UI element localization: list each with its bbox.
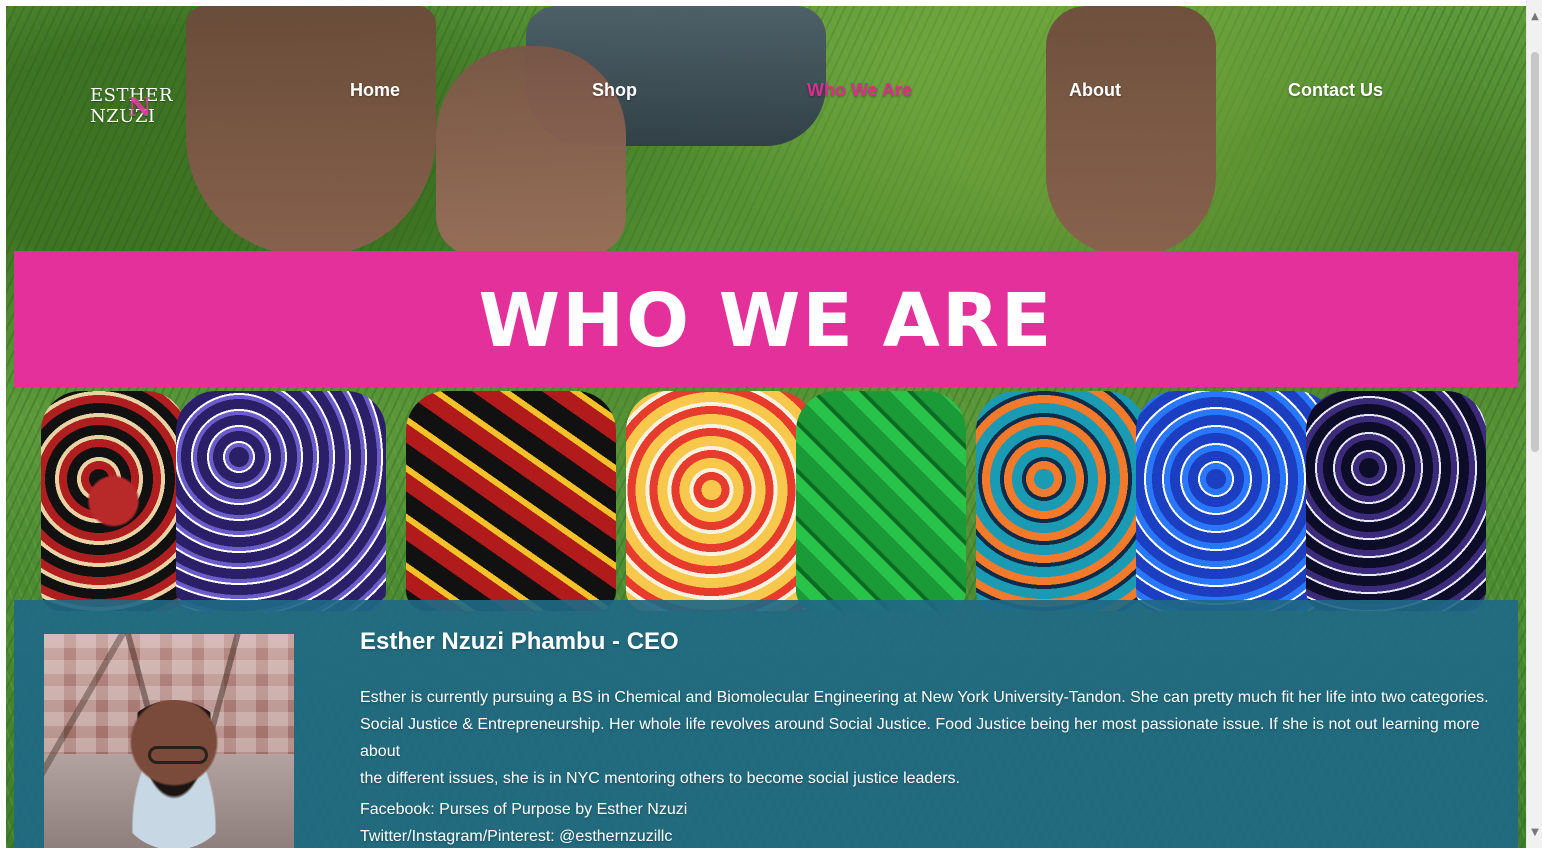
nav-shop-link[interactable]: Shop [592,80,637,101]
social-handle: Twitter/Instagram/Pinterest: @esthernzuz… [360,828,673,845]
profile-bio: Esther is currently pursuing a BS in Che… [360,684,1510,792]
profile-bio-line-3: the different issues, she is in NYC ment… [360,770,960,787]
hero-bag-3 [406,391,616,611]
scroll-up-icon[interactable]: ▲ [1527,8,1542,24]
hero-background: N ESTHER NZUZI Home Shop Who We Are Abou… [6,6,1526,848]
scroll-thumb[interactable] [1531,52,1539,452]
profile-photo [44,634,294,848]
profile-bio-line-1: Esther is currently pursuing a BS in Che… [360,689,1489,706]
hero-hand-left [186,6,436,256]
hero-hand-right [1046,6,1216,256]
profile-panel: Esther Nzuzi Phambu - CEO Esther is curr… [14,600,1518,848]
brand-logo[interactable]: N ESTHER NZUZI [90,85,190,127]
nav-contact-us-link[interactable]: Contact Us [1288,80,1383,101]
nav-who-we-are-link[interactable]: Who We Are [807,80,912,101]
profile-bio-line-2: Social Justice & Entrepreneurship. Her w… [360,716,1480,760]
nav-about-link[interactable]: About [1069,80,1121,101]
hero-bag-6 [976,391,1146,611]
hero-bag-1 [41,391,186,611]
profile-social: Facebook: Purses of Purpose by Esther Nz… [360,796,687,848]
hero-bag-4 [626,391,816,611]
scroll-down-icon[interactable]: ▼ [1527,824,1542,840]
hero-bag-8 [1306,391,1486,611]
page-title: WHO WE ARE [478,278,1054,364]
nav-home-link[interactable]: Home [350,80,400,101]
top-nav: N ESTHER NZUZI Home Shop Who We Are Abou… [6,64,1526,127]
hero-bag-2 [176,391,386,611]
vertical-scrollbar[interactable]: ▲ ▼ [1526,0,1542,848]
hero-bag-5 [796,391,966,611]
social-facebook: Facebook: Purses of Purpose by Esther Nz… [360,801,688,818]
page-banner: WHO WE ARE [14,251,1518,387]
logo-mark-icon: N [127,93,153,123]
photo-person [114,700,234,848]
profile-title: Esther Nzuzi Phambu - CEO [360,628,679,655]
photo-glasses [148,746,208,764]
